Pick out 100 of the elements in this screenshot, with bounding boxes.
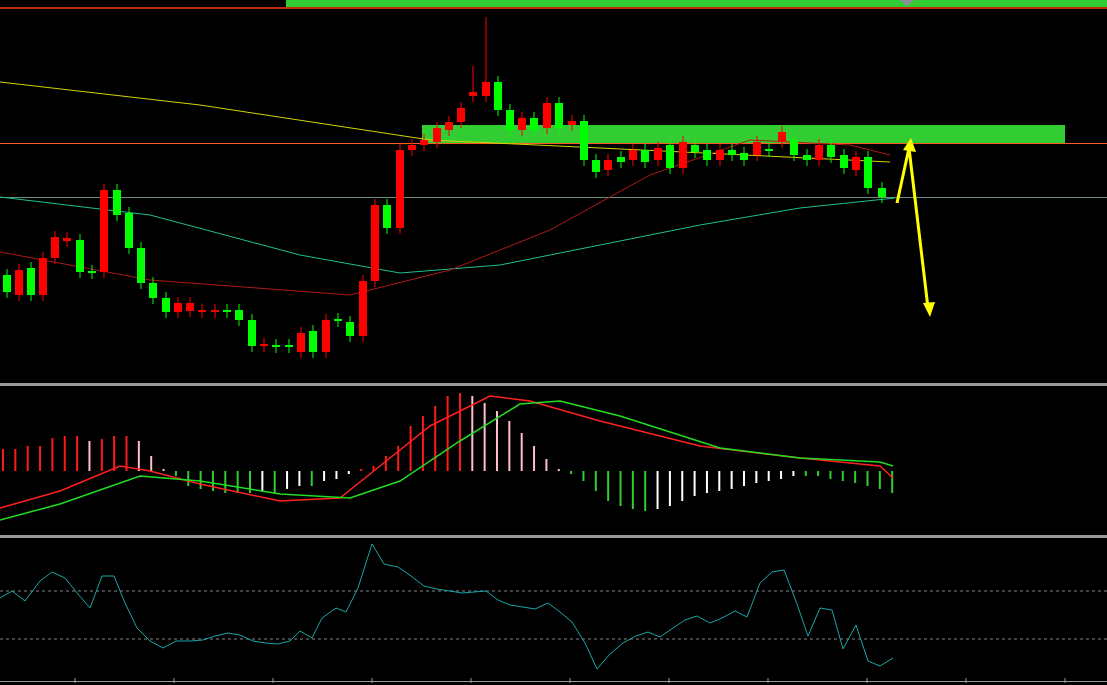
candlestick [543, 96, 551, 135]
histogram-bar [26, 445, 29, 472]
candlestick [878, 181, 886, 204]
candlestick [753, 135, 761, 162]
candlestick [3, 268, 11, 299]
histogram-bar [755, 470, 758, 484]
histogram-bar [767, 470, 770, 482]
candlestick [51, 230, 59, 265]
histogram-bar [298, 470, 301, 487]
candlestick [149, 276, 157, 305]
histogram-bar [656, 470, 659, 510]
candlestick [113, 183, 121, 222]
histogram-bar [76, 435, 79, 472]
candlestick [383, 198, 391, 235]
histogram-bar [866, 470, 869, 487]
candlestick [15, 263, 23, 302]
candlestick [408, 138, 416, 157]
candlestick [322, 313, 330, 359]
histogram-bar [434, 405, 437, 472]
histogram-bar [533, 445, 536, 472]
candlestick [420, 133, 428, 152]
candlestick [530, 111, 538, 137]
candlestick [88, 264, 96, 280]
candlestick [592, 153, 600, 179]
candlestick [666, 138, 674, 175]
histogram-bar [88, 440, 91, 472]
candlestick [198, 303, 206, 319]
histogram-bar [891, 470, 894, 494]
candlestick [703, 143, 711, 167]
candlestick [506, 103, 514, 137]
histogram-bar [199, 470, 202, 490]
candlestick [260, 337, 268, 353]
candlestick [211, 303, 219, 319]
candlestick [728, 143, 736, 162]
histogram-bar [681, 470, 684, 502]
histogram-bar [668, 470, 671, 507]
candlestick [778, 125, 786, 149]
candlestick [162, 291, 170, 319]
candlestick [790, 133, 798, 162]
histogram-bar [730, 470, 733, 490]
candlestick [654, 141, 662, 167]
histogram-bar [323, 470, 326, 482]
candlestick [629, 143, 637, 167]
candlestick [186, 296, 194, 318]
histogram-bar [113, 435, 116, 472]
histogram-bar [261, 470, 264, 492]
histogram-bar [236, 470, 239, 494]
candlestick [827, 138, 835, 164]
histogram-bar [421, 415, 424, 472]
histogram-bar [705, 470, 708, 494]
candlestick [617, 150, 625, 169]
candlestick [679, 135, 687, 175]
histogram-bar [483, 402, 486, 472]
candlestick [445, 115, 453, 137]
candlestick [39, 251, 47, 302]
histogram-bar [100, 438, 103, 472]
candlestick [223, 303, 231, 319]
candlestick [27, 261, 35, 302]
candlestick [457, 101, 465, 129]
candlestick [494, 75, 502, 117]
candlestick [740, 146, 748, 167]
histogram-bar [780, 470, 783, 480]
candlestick [334, 312, 342, 328]
histogram-bar [878, 470, 881, 490]
histogram-bar [607, 470, 610, 502]
candlestick [568, 114, 576, 132]
histogram-bar [14, 448, 17, 472]
histogram-bar [174, 470, 177, 477]
histogram-bar [372, 465, 375, 472]
candlestick [359, 274, 367, 343]
candlestick [518, 111, 526, 137]
candlestick [76, 233, 84, 279]
triangle-marker-icon [900, 0, 914, 6]
histogram-bar [187, 470, 190, 487]
candlestick [309, 324, 317, 359]
histogram-bar [409, 425, 412, 472]
candlestick [716, 143, 724, 167]
candlestick [765, 142, 773, 158]
histogram-bar [39, 445, 42, 472]
histogram-bar [273, 470, 276, 494]
histogram-bar [693, 470, 696, 497]
candlestick [346, 315, 354, 343]
candlestick [285, 338, 293, 354]
histogram-bar [644, 470, 647, 512]
histogram-bar [829, 470, 832, 480]
candlestick [174, 296, 182, 319]
histogram-bar [545, 458, 548, 472]
candlestick [840, 148, 848, 175]
histogram-bar [854, 470, 857, 484]
candlestick [641, 143, 649, 169]
histogram-bar [137, 440, 140, 472]
candlestick [235, 303, 243, 327]
candlestick [803, 148, 811, 167]
histogram-bar [310, 470, 313, 487]
histogram-bar [582, 470, 585, 482]
histogram-bar [557, 468, 560, 472]
candlestick [63, 231, 71, 248]
candlestick [864, 150, 872, 195]
candlestick [555, 96, 563, 135]
candlestick [604, 153, 612, 177]
